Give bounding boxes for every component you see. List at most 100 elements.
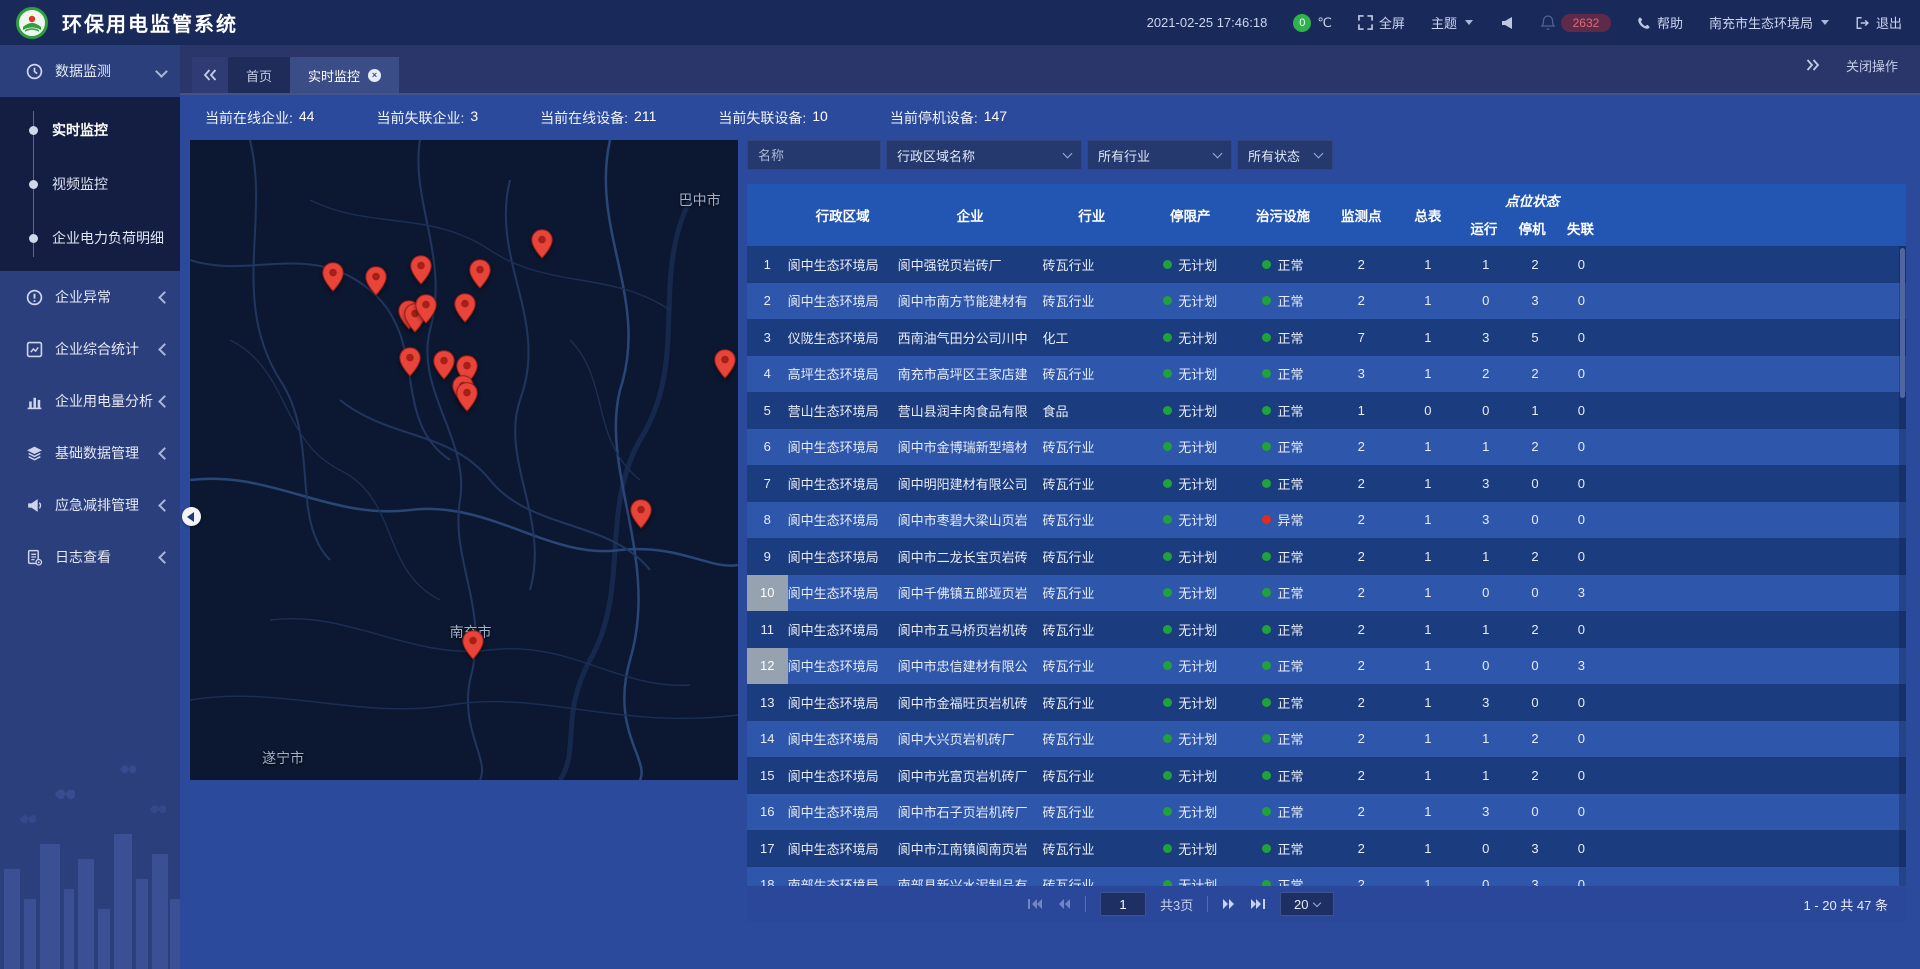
table-row[interactable]: 6 阆中生态环境局 阆中市金博瑞新型墙材 砖瓦行业 无计划 正常 2 1 1 2… [747,429,1906,466]
table-row[interactable]: 17 阆中生态环境局 阆中市江南镇阆南页岩 砖瓦行业 无计划 正常 2 1 0 … [747,830,1906,867]
cell-points: 7 [1326,319,1396,356]
notifications[interactable]: 2632 [1541,14,1611,32]
temperature: 0 ℃ [1293,14,1332,32]
table-row[interactable]: 1 阆中生态环境局 阆中强锐页岩砖厂 砖瓦行业 无计划 正常 2 1 1 2 0 [747,246,1906,283]
gauge-icon [26,63,43,80]
table-row[interactable]: 11 阆中生态环境局 阆中市五马桥页岩机砖 砖瓦行业 无计划 正常 2 1 1 … [747,611,1906,648]
cell-total: 1 [1396,465,1460,502]
table-row[interactable]: 8 阆中生态环境局 阆中市枣碧大梁山页岩 砖瓦行业 无计划 异常 2 1 3 0… [747,502,1906,539]
tab-home[interactable]: 首页 [228,57,290,93]
col-header-industry: 行业 [1043,184,1142,246]
tabs-scroll-left-button[interactable] [192,57,228,93]
map-city-label: 巴中市 [679,190,721,210]
next-page-button[interactable] [1222,898,1236,910]
table-scrollbar[interactable] [1899,246,1906,886]
cell-limit: 无计划 [1141,867,1240,887]
map-pin-icon[interactable] [365,266,387,296]
cell-run: 0 [1460,648,1512,685]
table-row[interactable]: 13 阆中生态环境局 阆中市金福旺页岩机砖 砖瓦行业 无计划 正常 2 1 3 … [747,684,1906,721]
region-filter-select[interactable]: 行政区域名称 [886,140,1082,170]
status-dot [1163,807,1172,816]
table-row[interactable]: 2 阆中生态环境局 阆中市南方节能建材有 砖瓦行业 无计划 正常 2 1 0 3… [747,283,1906,320]
status-dot [1262,552,1271,561]
sidebar-item-data-monitoring[interactable]: 数据监测 [0,45,180,97]
row-number: 9 [747,538,788,575]
sidebar-item-enterprise-statistics[interactable]: 企业综合统计 [0,323,180,375]
cell-limit: 无计划 [1141,757,1240,794]
table-row[interactable]: 10 阆中生态环境局 阆中千佛镇五郎垭页岩 砖瓦行业 无计划 正常 2 1 0 … [747,575,1906,612]
scrollbar-thumb[interactable] [1900,248,1905,398]
sidebar-collapse-button[interactable] [182,507,201,526]
table-row[interactable]: 9 阆中生态环境局 阆中市二龙长宝页岩砖 砖瓦行业 无计划 正常 2 1 1 2… [747,538,1906,575]
cell-company: 阆中市二龙长宝页岩砖 [898,538,1043,575]
logout-button[interactable]: 退出 [1855,13,1902,32]
map-pin-icon[interactable] [433,350,455,380]
row-number: 7 [747,465,788,502]
cell-run: 3 [1460,319,1512,356]
speaker-icon[interactable] [1499,15,1515,31]
map-pin-icon[interactable] [531,229,553,259]
cell-lost: 0 [1558,538,1604,575]
cell-points: 2 [1326,648,1396,685]
stat-item: 当前在线企业: 44 [205,108,314,128]
table-row[interactable]: 14 阆中生态环境局 阆中大兴页岩机砖厂 砖瓦行业 无计划 正常 2 1 1 2… [747,721,1906,758]
table-row[interactable]: 4 高坪生态环境局 南充市高坪区王家店建 砖瓦行业 无计划 正常 3 1 2 2… [747,356,1906,393]
table-row[interactable]: 7 阆中生态环境局 阆中明阳建材有限公司 砖瓦行业 无计划 正常 2 1 3 0… [747,465,1906,502]
cell-limit: 无计划 [1141,721,1240,758]
map-pin-icon[interactable] [630,499,652,529]
table-row[interactable]: 15 阆中生态环境局 阆中市光富页岩机砖厂 砖瓦行业 无计划 正常 2 1 1 … [747,757,1906,794]
map-pin-icon[interactable] [410,255,432,285]
map-pin-icon[interactable] [462,630,484,660]
map-pin-icon[interactable] [415,294,437,324]
table-row[interactable]: 5 营山生态环境局 营山县润丰肉食品有限 食品 无计划 正常 1 0 0 1 0 [747,392,1906,429]
chevron-down-icon [1063,149,1073,159]
name-filter-input[interactable] [747,140,881,170]
sidebar-item-base-data[interactable]: 基础数据管理 [0,427,180,479]
row-number: 5 [747,392,788,429]
filter-row: 行政区域名称 所有行业 所有状态 [747,140,1906,170]
page-number-input[interactable] [1100,892,1146,916]
map-pin-icon[interactable] [454,293,476,323]
fullscreen-button[interactable]: 全屏 [1358,13,1405,32]
tab-realtime-monitor[interactable]: 实时监控 × [290,57,399,93]
col-header-company: 企业 [898,184,1043,246]
sidebar-subitem[interactable]: 视频监控 [0,157,180,211]
help-button[interactable]: 帮助 [1637,13,1683,32]
page-size-select[interactable]: 20 [1280,892,1334,916]
stats-row: 当前在线企业: 44 当前失联企业: 3 当前在线设备: 211 当前失联设备:… [205,95,1007,140]
sidebar-item-emergency-reduction[interactable]: 应急减排管理 [0,479,180,531]
theme-dropdown[interactable]: 主题 [1431,13,1473,32]
cell-stop: 0 [1512,648,1558,685]
sidebar-item-log-view[interactable]: 日志查看 [0,531,180,583]
org-dropdown[interactable]: 南充市生态环境局 [1709,13,1829,32]
close-operations-button[interactable]: 关闭操作 [1846,56,1898,75]
temperature-badge: 0 [1293,14,1311,32]
table-row[interactable]: 3 仪陇生态环境局 西南油气田分公司川中 化工 无计划 正常 7 1 3 5 0 [747,319,1906,356]
status-filter-select[interactable]: 所有状态 [1237,140,1333,170]
map-pin-icon[interactable] [456,382,478,412]
map-pin-icon[interactable] [469,259,491,289]
table-row[interactable]: 16 阆中生态环境局 阆中市石子页岩机砖厂 砖瓦行业 无计划 正常 2 1 3 … [747,794,1906,831]
submenu-data-monitoring: 实时监控 视频监控 企业电力负荷明细 [0,97,180,271]
sidebar-item-power-analysis[interactable]: 企业用电量分析 [0,375,180,427]
map-panel[interactable]: 巴中市 南充市 遂宁市 [190,140,738,780]
double-chevron-right-icon[interactable] [1806,59,1820,71]
last-page-button[interactable] [1250,898,1266,910]
cell-treat: 正常 [1240,611,1327,648]
tab-close-icon[interactable]: × [368,69,381,82]
prev-page-button[interactable] [1057,898,1071,910]
cell-run: 2 [1460,356,1512,393]
sidebar-subitem[interactable]: 企业电力负荷明细 [0,211,180,265]
sidebar-item-enterprise-abnormal[interactable]: 企业异常 [0,271,180,323]
map-pin-icon[interactable] [399,347,421,377]
sidebar-subitem[interactable]: 实时监控 [0,103,180,157]
cell-lost: 0 [1558,502,1604,539]
industry-filter-select[interactable]: 所有行业 [1087,140,1232,170]
cell-treat: 正常 [1240,538,1327,575]
map-pin-icon[interactable] [714,349,736,379]
table-row[interactable]: 12 阆中生态环境局 阆中市忠信建材有限公 砖瓦行业 无计划 正常 2 1 0 … [747,648,1906,685]
double-arrow-left-icon [1057,898,1071,910]
first-page-button[interactable] [1027,898,1043,910]
map-pin-icon[interactable] [322,262,344,292]
table-row[interactable]: 18 南部生态环境局 南部县新兴水泥制品有 砖瓦行业 无计划 正常 2 1 0 … [747,867,1906,887]
